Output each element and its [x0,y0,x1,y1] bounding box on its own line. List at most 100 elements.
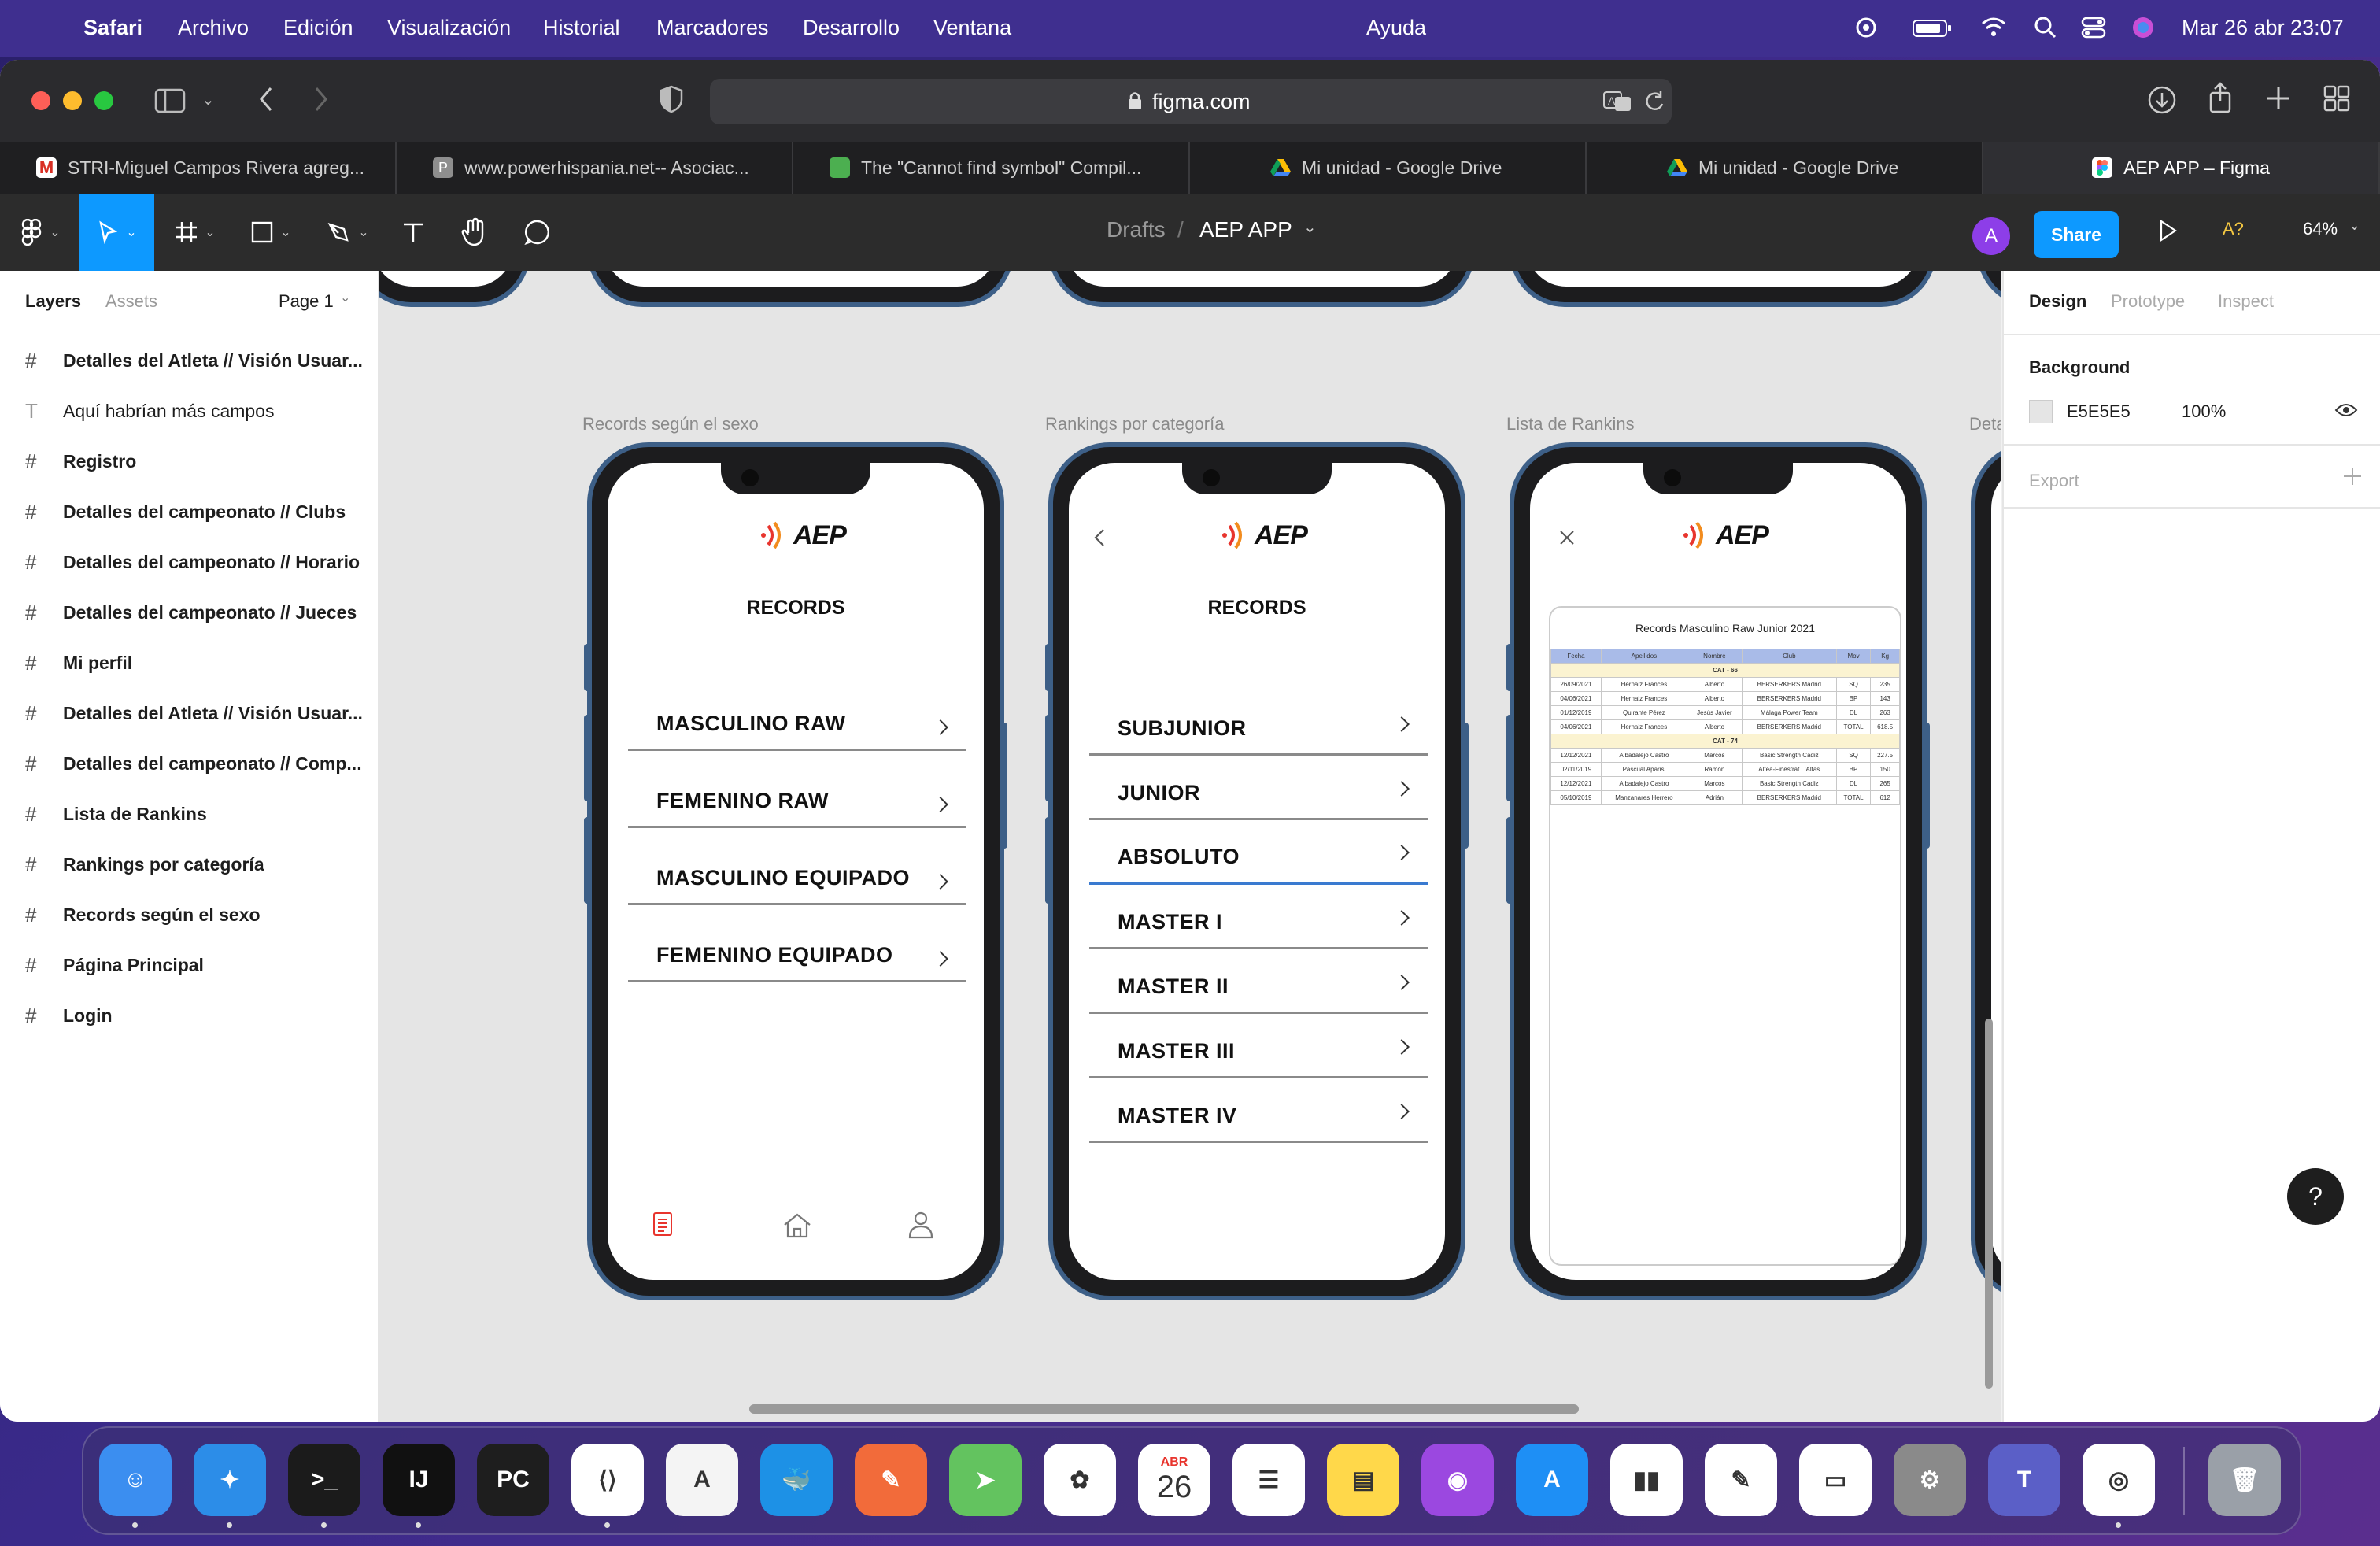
phone-rankings-categoria[interactable]: AEP RECORDS SUBJUNIOR JUNIOR ABSOLUTO MASTE… [1045,442,1469,1300]
dock-photos-icon[interactable]: ✿ [1044,1444,1116,1516]
sidebar-toggle-icon[interactable] [154,88,186,117]
category-list-item[interactable]: JUNIOR [1089,760,1428,820]
frame-label[interactable]: Records según el sexo [582,414,759,435]
tab-prototype[interactable]: Prototype [2111,291,2185,312]
menubar-datetime[interactable]: Mar 26 abr 23:07 [2182,16,2344,40]
zoom-dropdown[interactable]: 64% [2303,219,2338,239]
chevron-down-icon[interactable]: ⌄ [201,90,215,109]
category-list-item[interactable]: MASTER IV [1089,1083,1428,1143]
browser-tab-active[interactable]: AEP APP – Figma [1983,142,2380,194]
home-icon[interactable] [782,1212,812,1243]
dock-safari-icon[interactable]: ✦ [194,1444,266,1516]
share-button[interactable]: Share [2034,211,2119,258]
figma-canvas[interactable]: Records según el sexo Rankings por categ… [379,271,2001,1422]
move-tool[interactable]: ⌄ [79,194,154,271]
layer-item[interactable]: # Lista de Rankins [25,798,207,830]
breadcrumb-drafts[interactable]: Drafts [1107,217,1166,242]
address-bar[interactable]: figma.com A [710,79,1672,124]
layer-item[interactable]: # Detalles del campeonato // Jueces [25,597,357,628]
layer-item[interactable]: # Detalles del Atleta // Visión Usuar... [25,697,363,729]
figma-main-menu[interactable]: ⌄ [11,194,69,271]
add-export-icon[interactable] [2342,466,2363,490]
layer-item[interactable]: # Detalles del campeonato // Comp... [25,748,362,779]
pen-tool[interactable]: ⌄ [318,194,378,271]
dock-teams-icon[interactable]: T [1988,1444,2060,1516]
battery-icon[interactable] [1913,19,1952,43]
chevron-down-icon[interactable]: ⌄ [2349,217,2360,234]
wifi-icon[interactable] [1980,16,2007,43]
hand-tool[interactable] [453,194,496,271]
frame-label[interactable]: Lista de Rankins [1506,414,1635,435]
records-tab-icon[interactable] [652,1211,674,1241]
menu-ventana[interactable]: Ventana [933,16,1011,40]
privacy-shield-icon[interactable] [660,85,683,117]
menu-edicion[interactable]: Edición [283,16,353,40]
comment-tool[interactable] [516,194,559,271]
background-opacity-input[interactable]: 100% [2182,401,2226,422]
downloads-icon[interactable] [2147,85,2177,119]
present-play-icon[interactable] [2158,219,2179,246]
dock-system-preferences-icon[interactable]: ⚙ [1894,1444,1966,1516]
dock-trash-icon[interactable]: 🗑 [2208,1444,2281,1516]
dock-intellij-idea-icon[interactable]: IJ [382,1444,455,1516]
new-tab-icon[interactable] [2265,85,2292,116]
profile-icon[interactable] [908,1211,933,1243]
layer-item[interactable]: # Detalles del Atleta // Visión Usuar... [25,345,363,376]
category-list-item[interactable]: MASTER I [1089,890,1428,949]
page-selector[interactable]: Page 1 [279,291,334,312]
share-icon[interactable] [2208,82,2232,117]
browser-tab[interactable]: P www.powerhispania.net-- Asociac... [397,142,793,194]
layer-item[interactable]: # Mi perfil [25,647,132,679]
menu-archivo[interactable]: Archivo [178,16,249,40]
menu-list-item[interactable]: FEMENINO RAW [628,768,966,828]
font-check-button[interactable]: A? [2223,219,2244,239]
tab-design[interactable]: Design [2029,291,2086,312]
layer-item[interactable]: # Página Principal [25,949,204,981]
browser-tab[interactable]: Mi unidad - Google Drive [1587,142,1983,194]
layer-item[interactable]: # Detalles del campeonato // Horario [25,546,360,578]
menu-ayuda[interactable]: Ayuda [1366,16,1426,40]
category-list-item[interactable]: MASTER III [1089,1019,1428,1078]
dock-podcasts-icon[interactable]: ◉ [1421,1444,1494,1516]
dock-terminal-icon[interactable]: >_ [288,1444,360,1516]
layer-item[interactable]: # Registro [25,446,136,477]
file-name[interactable]: AEP APP [1199,217,1292,242]
avatar[interactable]: A [1972,217,2010,255]
dock-calendar-icon[interactable]: ABR 26 [1138,1444,1210,1516]
dock-finder-icon[interactable]: ☺ [99,1444,172,1516]
layer-item[interactable]: # Records según el sexo [25,899,261,930]
help-button[interactable]: ? [2287,1168,2344,1225]
dock-chrome-icon[interactable]: ◎ [2082,1444,2155,1516]
phone-lista-rankins[interactable]: AEP Records Masculino Raw Junior 2021 Fe… [1506,442,1930,1300]
menu-app-name[interactable]: Safari [83,16,142,40]
browser-tab[interactable]: M STRI-Miguel Campos Rivera agreg... [0,142,397,194]
tab-assets[interactable]: Assets [105,291,157,312]
horizontal-scrollbar[interactable] [749,1404,1579,1414]
close-icon[interactable] [1558,529,1576,550]
frame-label[interactable]: Deta [1969,414,2001,435]
dock-notes-icon[interactable]: ▤ [1327,1444,1399,1516]
dock-pycharm-icon[interactable]: PC [477,1444,549,1516]
back-chevron-icon[interactable] [1092,527,1107,552]
reload-icon[interactable] [1643,90,1665,117]
forward-icon[interactable] [312,85,331,117]
text-tool[interactable] [394,194,433,271]
dock-docker-icon[interactable]: 🐳 [760,1444,833,1516]
dock-postman-icon[interactable]: ✎ [855,1444,927,1516]
dock-app-store-icon[interactable]: A [1516,1444,1588,1516]
siri-icon[interactable] [2131,16,2155,45]
creative-cloud-icon[interactable] [1851,17,1881,43]
category-list-item[interactable]: MASTER II [1089,954,1428,1014]
dock-visual-studio-code-icon[interactable]: ⟨⟩ [571,1444,644,1516]
translate-icon[interactable]: A [1602,90,1632,117]
dock-xcode-instruments-icon[interactable]: A [666,1444,738,1516]
layer-item[interactable]: # Login [25,1000,113,1031]
background-color-swatch[interactable] [2029,400,2053,423]
minimize-window-button[interactable] [63,91,82,110]
chevron-down-icon[interactable]: ⌄ [340,290,350,305]
menu-list-item[interactable]: MASCULINO EQUIPADO [628,845,966,905]
phone-records-sexo[interactable]: AEP RECORDS MASCULINO RAW FEMENINO RAW MAS… [584,442,1007,1300]
layer-item[interactable]: # Detalles del campeonato // Clubs [25,496,346,527]
menu-visualizacion[interactable]: Visualización [387,16,511,40]
menu-list-item[interactable]: FEMENINO EQUIPADO [628,923,966,982]
